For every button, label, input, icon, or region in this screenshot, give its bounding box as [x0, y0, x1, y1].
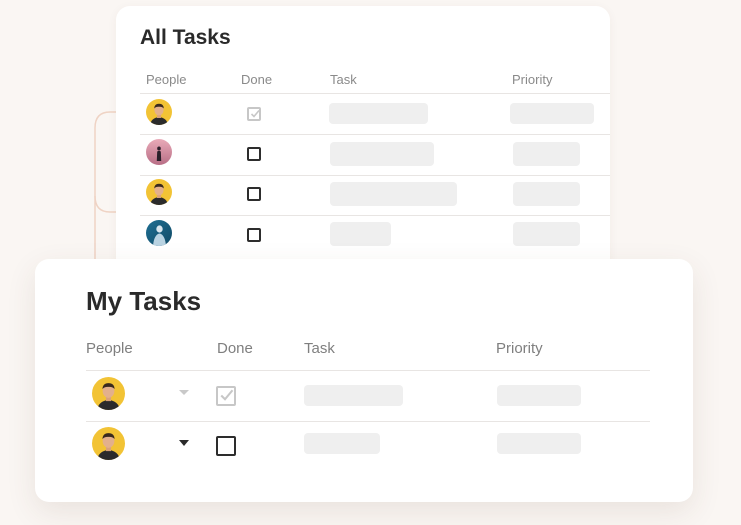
task-placeholder	[304, 433, 380, 454]
column-header-priority: Priority	[512, 72, 553, 87]
priority-placeholder	[513, 142, 580, 166]
priority-placeholder	[513, 182, 580, 206]
column-header-people: People	[146, 72, 187, 87]
app-canvas: All Tasks People Done Task Priority My T…	[0, 0, 741, 525]
check-icon	[250, 109, 260, 118]
task-placeholder	[329, 103, 428, 124]
avatar[interactable]	[146, 220, 172, 246]
done-checkbox[interactable]	[247, 187, 261, 201]
avatar[interactable]	[146, 179, 172, 205]
done-checkbox[interactable]	[247, 107, 261, 121]
avatar[interactable]	[92, 427, 125, 460]
person-avatar-icon	[92, 427, 125, 460]
person-avatar-icon	[146, 179, 172, 205]
task-placeholder	[330, 142, 434, 166]
done-checkbox[interactable]	[216, 436, 236, 456]
person-avatar-icon	[146, 139, 172, 165]
column-header-done: Done	[217, 340, 253, 357]
priority-placeholder	[497, 385, 581, 406]
all-tasks-title: All Tasks	[140, 26, 231, 49]
task-placeholder	[304, 385, 403, 406]
my-tasks-card: My Tasks People Done Task Priority	[35, 259, 693, 502]
priority-placeholder	[497, 433, 581, 454]
column-header-priority: Priority	[496, 340, 543, 357]
priority-placeholder	[513, 222, 580, 246]
avatar[interactable]	[92, 377, 125, 410]
task-placeholder	[330, 182, 457, 206]
done-checkbox[interactable]	[247, 147, 261, 161]
all-tasks-card: All Tasks People Done Task Priority	[116, 6, 610, 281]
avatar[interactable]	[146, 139, 172, 165]
row-divider	[86, 421, 650, 422]
done-checkbox[interactable]	[216, 386, 236, 406]
chevron-down-icon[interactable]	[179, 440, 189, 446]
row-divider	[86, 370, 650, 371]
task-placeholder	[330, 222, 391, 246]
avatar[interactable]	[146, 99, 172, 125]
chevron-down-icon[interactable]	[179, 390, 189, 395]
column-header-task: Task	[330, 72, 357, 87]
done-checkbox[interactable]	[247, 228, 261, 242]
person-avatar-icon	[146, 220, 172, 246]
column-header-people: People	[86, 340, 133, 357]
person-avatar-icon	[92, 377, 125, 410]
row-divider	[140, 175, 610, 176]
row-divider	[140, 134, 610, 135]
check-icon	[220, 389, 234, 401]
row-divider	[140, 93, 610, 94]
row-divider	[140, 215, 610, 216]
priority-placeholder	[510, 103, 594, 124]
my-tasks-title: My Tasks	[86, 286, 202, 316]
column-header-task: Task	[304, 340, 335, 357]
person-avatar-icon	[146, 99, 172, 125]
column-header-done: Done	[241, 72, 273, 87]
